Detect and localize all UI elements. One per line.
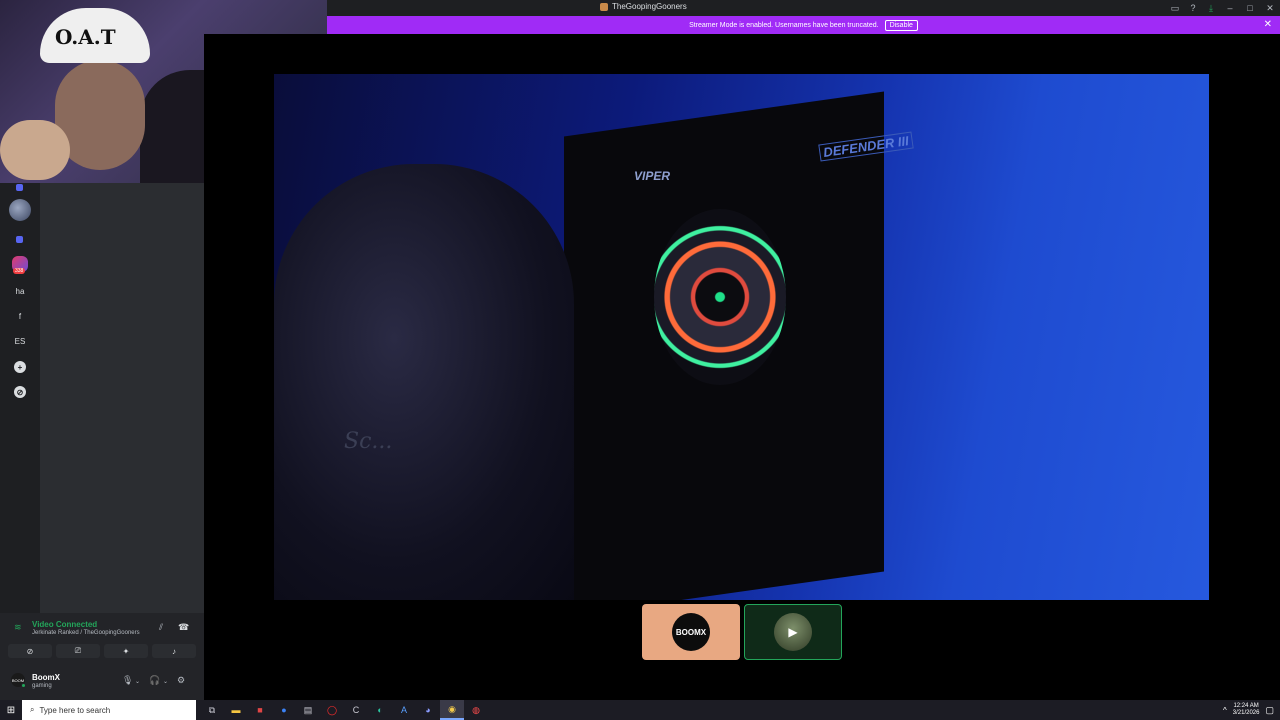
taskbar-search[interactable]: ⌕ Type here to search	[22, 700, 196, 720]
tray-overflow-icon[interactable]: ^	[1223, 706, 1227, 715]
participant-tile-camera[interactable]: ▶	[744, 604, 842, 660]
webcam-hat-text: O.A.T	[55, 25, 116, 49]
app-c-icon[interactable]: C	[344, 700, 368, 720]
voice-status: Video Connected	[32, 620, 98, 629]
add-server-icon[interactable]: +	[14, 361, 26, 373]
microphone-icon[interactable]: 🎙	[122, 675, 133, 686]
discord-icon[interactable]: ◕	[416, 700, 440, 720]
search-placeholder: Type here to search	[39, 705, 111, 715]
server-f[interactable]: f	[9, 305, 31, 327]
clock[interactable]: 12:24 AM 3/21/2026	[1233, 703, 1260, 717]
server-avatar-icon[interactable]	[9, 199, 31, 221]
download-icon[interactable]: ⤓	[1202, 0, 1220, 16]
search-icon: ⌕	[30, 705, 35, 714]
dartboard	[654, 209, 786, 385]
participant-tile-boomx[interactable]: BOOMX	[642, 604, 740, 660]
clock-time: 12:24 AM	[1233, 703, 1259, 709]
app-red-icon[interactable]: ■	[248, 700, 272, 720]
system-tray: ^ 12:24 AM 3/21/2026 ▢	[1223, 700, 1280, 720]
streamer-mode-banner: Streamer Mode is enabled. Usernames have…	[327, 16, 1280, 34]
noise-suppression-icon[interactable]: ⫽	[159, 622, 163, 633]
boomx-logo: BOOMX	[672, 613, 710, 651]
voice-actions: ⊘ ⎚ ✦ ♪	[8, 644, 196, 658]
server-es[interactable]: ES	[9, 330, 31, 352]
taskbar-apps: ⧉ ▬ ■ ● ▤ ◯ C ◐ A ◕ ◉ ◍	[200, 700, 488, 720]
title-bar-icons: ▭ ? ⤓ – □ ✕	[1166, 0, 1280, 16]
minimize-button[interactable]: –	[1220, 0, 1240, 16]
stream-video[interactable]: VIPER DEFENDER III Sc...	[274, 74, 1209, 600]
mic-options-icon[interactable]: ⌄	[135, 678, 140, 685]
disable-streamer-mode-button[interactable]: Disable	[884, 19, 918, 31]
user-panel: BOOM BoomX gaming 🎙 ⌄ 🎧 ⌄ ⚙	[0, 669, 204, 700]
windows-start-icon[interactable]: ⊞	[0, 700, 22, 720]
window-title: TheGoopingGooners	[600, 2, 687, 11]
screen-share-button[interactable]: ⎚	[56, 644, 100, 658]
server-icon	[600, 2, 608, 11]
settings-icon[interactable]: ⚙	[177, 675, 185, 686]
camera-off-button[interactable]: ⊘	[8, 644, 52, 658]
edge-icon[interactable]: ◐	[368, 700, 392, 720]
close-window-button[interactable]: ✕	[1260, 0, 1280, 16]
windows-taskbar: ⊞ ⌕ Type here to search ⧉ ▬ ■ ● ▤ ◯ C ◐ …	[0, 700, 1280, 720]
activities-button[interactable]: ✦	[104, 644, 148, 658]
banner-close-icon[interactable]: ✕	[1264, 19, 1272, 30]
notes-icon[interactable]: ▤	[296, 700, 320, 720]
clock-date: 3/21/2026	[1232, 710, 1260, 716]
server-rail	[0, 183, 40, 613]
channel-list	[40, 183, 204, 613]
user-status: gaming	[32, 683, 52, 689]
soundboard-button[interactable]: ♪	[152, 644, 196, 658]
headphones-icon[interactable]: 🎧	[149, 675, 160, 686]
file-explorer-icon[interactable]: ▬	[224, 700, 248, 720]
inbox-icon[interactable]: ▭	[1166, 0, 1184, 16]
server-folder-icon[interactable]	[16, 184, 23, 191]
disconnect-icon[interactable]: ☎	[178, 622, 189, 633]
obs-icon[interactable]: ◍	[464, 700, 488, 720]
mention-badge: 338	[13, 268, 26, 274]
opera-icon[interactable]: ◯	[320, 700, 344, 720]
username[interactable]: BoomX	[32, 673, 60, 682]
window-title-text: TheGoopingGooners	[612, 2, 687, 11]
help-icon[interactable]: ?	[1184, 0, 1202, 16]
server-folder-icon[interactable]	[16, 236, 23, 243]
task-view-icon[interactable]: ⧉	[200, 700, 224, 720]
board-brand: VIPER	[634, 169, 671, 183]
webcam-hand	[0, 120, 70, 180]
shirt-print: Sc...	[344, 429, 393, 454]
discord-app: TheGoopingGooners ▭ ? ⤓ – □ ✕ Streamer M…	[0, 0, 1280, 700]
voice-channel-path[interactable]: Jerkinate Ranked / TheGoopingGooners	[32, 630, 140, 636]
app-a-icon[interactable]: A	[392, 700, 416, 720]
app-blue-icon[interactable]: ●	[272, 700, 296, 720]
video-camera-icon: ▶	[774, 613, 812, 651]
online-status-dot	[21, 683, 26, 688]
signal-icon[interactable]: ≋	[14, 622, 22, 633]
notifications-icon[interactable]: ▢	[1265, 705, 1274, 716]
maximize-button[interactable]: □	[1240, 0, 1260, 16]
discover-icon[interactable]: ⊘	[14, 386, 26, 398]
banner-text: Streamer Mode is enabled. Usernames have…	[689, 21, 879, 29]
chrome-icon[interactable]: ◉	[440, 700, 464, 720]
server-ha[interactable]: ha	[9, 280, 31, 302]
audio-options-icon[interactable]: ⌄	[163, 678, 168, 685]
person-silhouette	[274, 164, 574, 600]
